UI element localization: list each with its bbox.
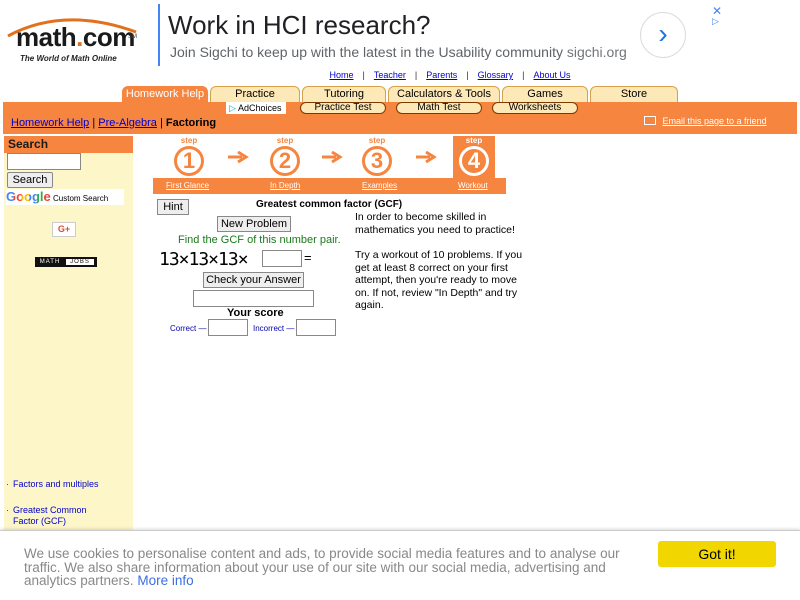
incorrect-label: Incorrect — <box>253 324 295 333</box>
tab-store[interactable]: Store <box>590 86 678 102</box>
cookie-accept-button[interactable]: Got it! <box>658 541 776 567</box>
ad-domain: sigchi.org <box>566 44 627 60</box>
problem-expression: 13×13×13× <box>159 249 249 270</box>
step-link-in-depth[interactable]: In Depth <box>270 181 300 190</box>
step-3[interactable]: step 3 <box>356 136 398 178</box>
subtab-worksheets[interactable]: Worksheets <box>492 102 578 114</box>
step-1[interactable]: step 1 <box>168 136 210 178</box>
breadcrumb-pre-algebra[interactable]: Pre-Algebra <box>98 117 157 129</box>
step-number: 1 <box>174 146 204 176</box>
correct-count-field[interactable] <box>208 319 248 336</box>
step-link-first-glance[interactable]: First Glance <box>166 181 209 190</box>
mathcom-logo[interactable]: math.com SM The World of Math Online <box>4 12 140 63</box>
step-label: step <box>465 136 483 145</box>
step-label: step <box>368 136 386 145</box>
arrow-right-icon <box>228 150 249 164</box>
cookie-more-info-link[interactable]: More info <box>137 573 193 588</box>
tab-calculators-tools[interactable]: Calculators & Tools <box>388 86 500 102</box>
top-link-glossary[interactable]: Glossary <box>478 70 514 80</box>
equals-sign: = <box>304 250 312 265</box>
step-4-active[interactable]: step 4 <box>453 136 495 178</box>
breadcrumb: Homework Help | Pre-Algebra | Factoring <box>11 117 216 129</box>
incorrect-count-field[interactable] <box>296 319 336 336</box>
feedback-field[interactable] <box>193 290 314 307</box>
step-2[interactable]: step 2 <box>264 136 306 178</box>
adchoices-link[interactable]: ▷ AdChoices <box>226 102 286 114</box>
top-link-separator: | <box>362 70 365 80</box>
subtab-math-test[interactable]: Math Test <box>396 102 482 114</box>
adchoices-icon: ▷ <box>229 103 236 113</box>
tab-practice[interactable]: Practice <box>210 86 300 102</box>
sidebar-link-factors[interactable]: · Factors and multiples <box>6 479 113 490</box>
bullet: · <box>6 479 9 489</box>
step-label: step <box>180 136 198 145</box>
check-answer-button[interactable]: Check your Answer <box>203 272 304 288</box>
bullet: · <box>6 505 9 515</box>
ad-choices-icon[interactable]: ▷ <box>712 16 719 27</box>
envelope-icon <box>644 116 656 125</box>
score-title: Your score <box>227 307 284 319</box>
logo-service-mark: SM <box>128 34 137 40</box>
step-link-examples[interactable]: Examples <box>362 181 397 190</box>
search-button[interactable]: Search <box>7 172 53 188</box>
tab-homework-help[interactable]: Homework Help <box>122 86 208 102</box>
subtab-practice-test[interactable]: Practice Test <box>300 102 386 114</box>
cookie-message: We use cookies to personalise content an… <box>24 546 620 588</box>
arrow-right-icon <box>322 150 343 164</box>
google-custom-search-label: Google Custom Search <box>6 189 124 205</box>
google-plus-button[interactable]: G+ <box>52 222 76 237</box>
ad-subline: Join Sigchi to keep up with the latest i… <box>170 44 627 60</box>
mathjobs-left: MATH <box>39 259 61 265</box>
top-links: Home | Teacher | Parents | Glossary | About Us <box>0 70 800 80</box>
breadcrumb-separator: | <box>92 117 96 129</box>
ad-headline[interactable]: Work in HCI research? <box>168 10 431 41</box>
arrow-right-icon <box>416 150 437 164</box>
step-number: 4 <box>459 146 489 176</box>
breadcrumb-homework-help[interactable]: Homework Help <box>11 117 89 129</box>
ad-arrow-icon[interactable]: › <box>640 12 686 58</box>
logo-tagline: The World of Math Online <box>20 54 117 63</box>
answer-input[interactable] <box>262 250 302 267</box>
step-number: 2 <box>270 146 300 176</box>
custom-search-text: Custom Search <box>53 194 109 203</box>
search-input[interactable] <box>7 153 81 170</box>
instruction-text: Find the GCF of this number pair. <box>178 234 341 246</box>
email-page-link[interactable]: Email this page to a friend <box>663 116 767 126</box>
step-number: 3 <box>362 146 392 176</box>
mathjobs-badge[interactable]: MATH JOBS <box>35 257 97 267</box>
google-logo: Google <box>6 189 51 204</box>
step-link-workout[interactable]: Workout <box>458 181 488 190</box>
correct-label: Correct — <box>170 324 207 333</box>
ad-subline-text: Join Sigchi to keep up with the latest i… <box>170 44 563 60</box>
cookie-text: We use cookies to personalise content an… <box>24 547 624 588</box>
top-link-separator: | <box>466 70 469 80</box>
adchoices-label: AdChoices <box>237 103 282 113</box>
info-paragraph-1: In order to become skilled in mathematic… <box>355 211 515 236</box>
email-page[interactable]: Email this page to a friend <box>644 116 767 126</box>
logo-text: math.com <box>16 22 135 52</box>
workout-title: Greatest common factor (GCF) <box>256 199 403 210</box>
ad-banner[interactable]: Work in HCI research? Join Sigchi to kee… <box>158 4 722 66</box>
top-link-separator: | <box>414 70 418 80</box>
new-problem-button[interactable]: New Problem <box>217 216 291 232</box>
top-link-separator: | <box>522 70 525 80</box>
hint-button[interactable]: Hint <box>157 199 189 215</box>
top-link-teacher[interactable]: Teacher <box>374 70 406 80</box>
tab-tutoring[interactable]: Tutoring <box>302 86 386 102</box>
breadcrumb-separator: | <box>160 117 163 129</box>
top-link-parents[interactable]: Parents <box>426 70 457 80</box>
breadcrumb-current: Factoring <box>165 117 217 129</box>
info-paragraph-2: Try a workout of 10 problems. If you get… <box>355 249 523 311</box>
top-link-about[interactable]: About Us <box>533 70 570 80</box>
step-label: step <box>276 136 294 145</box>
sidebar-link-gcf[interactable]: · Greatest Common Factor (GCF) <box>6 505 113 527</box>
tab-games[interactable]: Games <box>502 86 588 102</box>
top-link-home[interactable]: Home <box>330 70 354 80</box>
mathjobs-right: JOBS <box>65 258 95 266</box>
sidebar-search-title: Search <box>4 136 133 153</box>
